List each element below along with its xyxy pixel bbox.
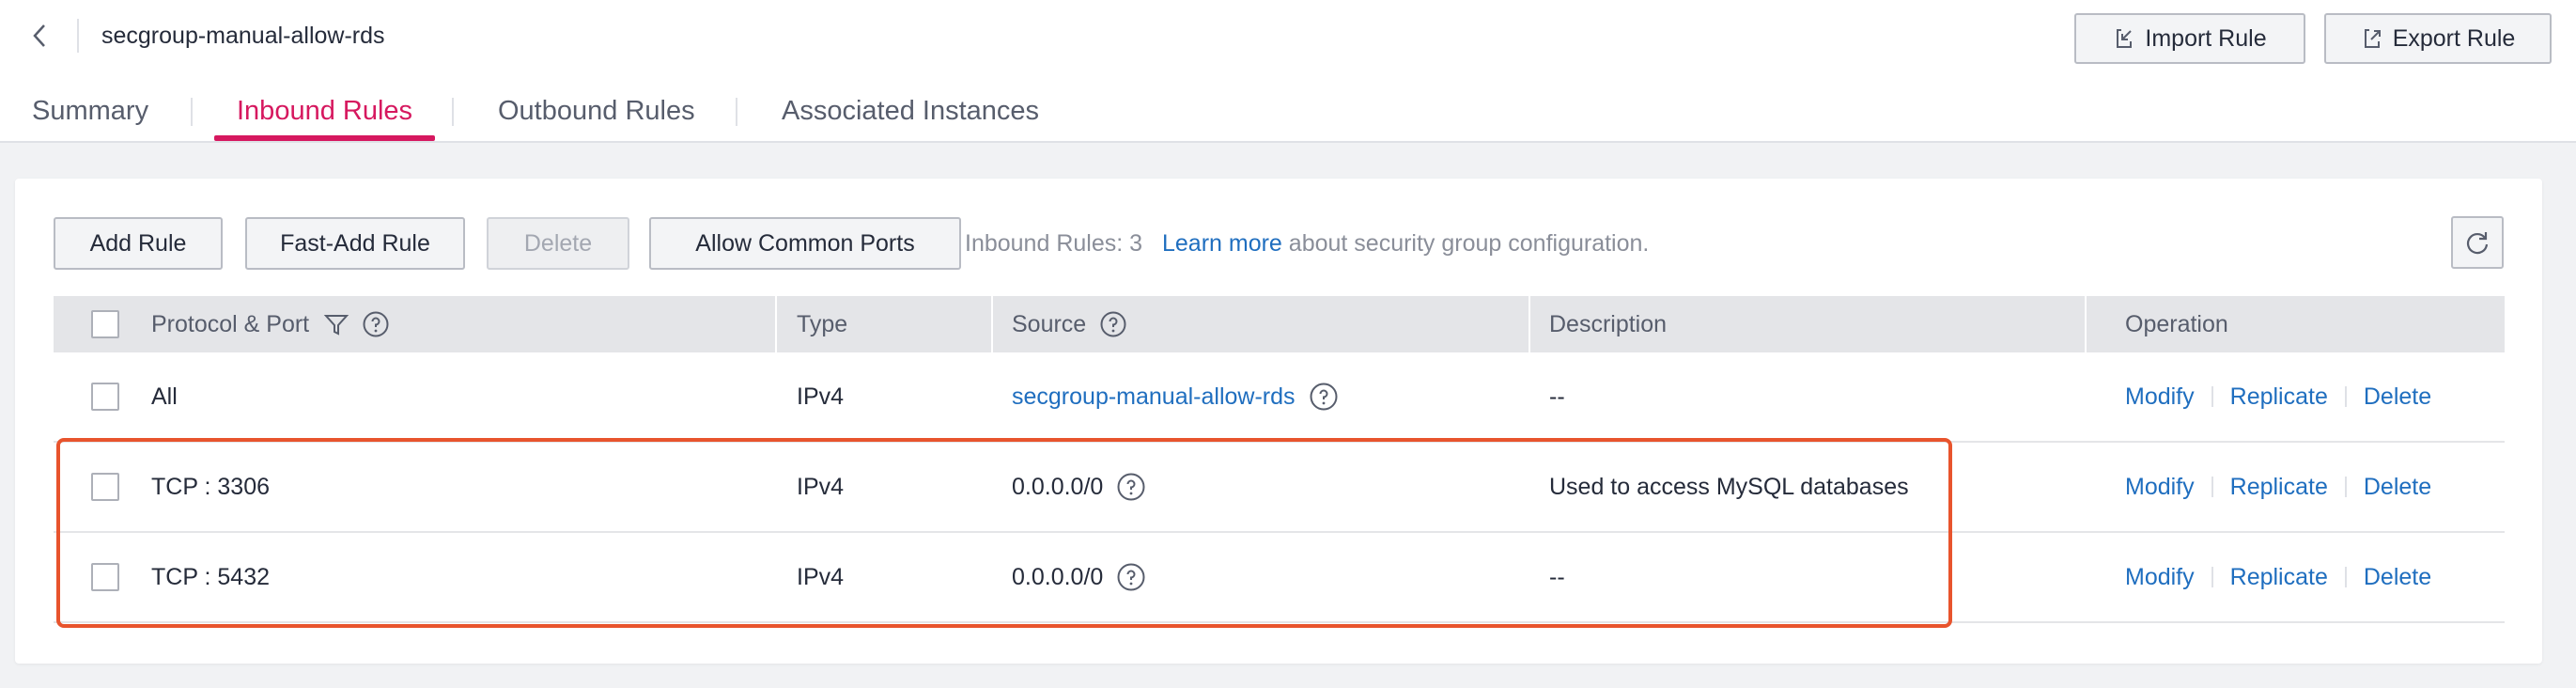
delete-link[interactable]: Delete xyxy=(2364,474,2431,501)
rules-table: Protocol & Port Type Source Description … xyxy=(54,296,2505,623)
page-header: secgroup-manual-allow-rds Import Rule Ex… xyxy=(0,0,2576,143)
column-source-label: Source xyxy=(1012,310,1087,337)
rules-card: Add Rule Fast-Add Rule Delete Allow Comm… xyxy=(15,179,2542,664)
row-checkbox[interactable] xyxy=(91,473,119,501)
cell-description: -- xyxy=(1549,563,1565,590)
op-divider xyxy=(2211,567,2213,587)
tab-summary[interactable]: Summary xyxy=(32,85,148,141)
row-checkbox[interactable] xyxy=(91,383,119,411)
table-header: Protocol & Port Type Source Description … xyxy=(54,296,2505,352)
op-divider xyxy=(2211,386,2213,407)
delete-link[interactable]: Delete xyxy=(2364,564,2431,591)
tab-divider xyxy=(452,98,454,126)
modify-link[interactable]: Modify xyxy=(2125,383,2195,411)
cell-protocol-port: All xyxy=(151,383,178,410)
security-group-detail-page: secgroup-manual-allow-rds Import Rule Ex… xyxy=(0,0,2576,688)
cell-type: IPv4 xyxy=(797,473,845,500)
question-circle-icon[interactable] xyxy=(1309,382,1339,412)
op-divider xyxy=(2211,477,2213,497)
import-rule-button[interactable]: Import Rule xyxy=(2074,13,2305,64)
column-divider xyxy=(775,296,777,352)
row-operations: Modify Replicate Delete xyxy=(2125,443,2431,531)
modify-link[interactable]: Modify xyxy=(2125,564,2195,591)
column-source: Source xyxy=(1012,296,1127,352)
op-divider xyxy=(2344,386,2347,407)
import-icon xyxy=(2117,29,2133,48)
op-divider xyxy=(2344,567,2347,587)
rules-count: Inbound Rules: 3 xyxy=(965,230,1143,257)
select-all-checkbox[interactable] xyxy=(91,310,119,338)
page-title: secgroup-manual-allow-rds xyxy=(101,23,385,49)
source-cidr: 0.0.0.0/0 xyxy=(1012,563,1104,590)
column-description: Description xyxy=(1549,310,1668,337)
cell-type: IPv4 xyxy=(797,563,845,590)
add-rule-button[interactable]: Add Rule xyxy=(54,217,223,270)
tab-inbound-rules[interactable]: Inbound Rules xyxy=(213,85,436,141)
source-security-group-link[interactable]: secgroup-manual-allow-rds xyxy=(1012,383,1296,411)
question-circle-icon[interactable] xyxy=(362,310,390,338)
replicate-link[interactable]: Replicate xyxy=(2230,564,2328,591)
replicate-link[interactable]: Replicate xyxy=(2230,474,2328,501)
column-type: Type xyxy=(797,310,848,337)
delete-button[interactable]: Delete xyxy=(487,217,629,270)
modify-link[interactable]: Modify xyxy=(2125,474,2195,501)
tab-bar: Summary Inbound Rules Outbound Rules Ass… xyxy=(0,85,1127,143)
table-row: TCP : 3306 IPv4 0.0.0.0/0 Used to access… xyxy=(54,443,2505,533)
allow-common-ports-button[interactable]: Allow Common Ports xyxy=(649,217,961,270)
table-row: TCP : 5432 IPv4 0.0.0.0/0 -- Modify Repl… xyxy=(54,533,2505,623)
refresh-button[interactable] xyxy=(2451,216,2504,269)
cell-protocol-port: TCP : 3306 xyxy=(151,473,271,500)
learn-more-link[interactable]: Learn more xyxy=(1162,230,1282,257)
tab-divider xyxy=(191,98,193,126)
rules-info: Inbound Rules: 3 Learn more about securi… xyxy=(965,217,1649,270)
fast-add-rule-button[interactable]: Fast-Add Rule xyxy=(245,217,465,270)
row-operations: Modify Replicate Delete xyxy=(2125,533,2431,621)
table-row: All IPv4 secgroup-manual-allow-rds -- Mo… xyxy=(54,352,2505,443)
tab-divider xyxy=(736,98,737,126)
cell-source: secgroup-manual-allow-rds xyxy=(1012,352,1339,441)
column-protocol-port: Protocol & Port xyxy=(151,296,390,352)
title-divider xyxy=(77,19,79,53)
row-checkbox[interactable] xyxy=(91,563,119,591)
export-rule-label: Export Rule xyxy=(2392,24,2516,52)
delete-link[interactable]: Delete xyxy=(2364,383,2431,411)
tab-outbound-rules[interactable]: Outbound Rules xyxy=(498,85,695,141)
column-divider xyxy=(991,296,993,352)
tab-associated-instances[interactable]: Associated Instances xyxy=(782,85,1039,141)
cell-source: 0.0.0.0/0 xyxy=(1012,443,1146,531)
export-icon xyxy=(2364,29,2381,48)
cell-description: Used to access MySQL databases xyxy=(1549,473,1909,500)
row-operations: Modify Replicate Delete xyxy=(2125,352,2431,441)
refresh-icon xyxy=(2466,232,2489,255)
column-protocol-port-label: Protocol & Port xyxy=(151,310,310,337)
chevron-left-icon xyxy=(33,24,45,47)
filter-icon[interactable] xyxy=(322,310,350,338)
back-button[interactable] xyxy=(26,19,53,53)
column-divider xyxy=(2085,296,2087,352)
cell-type: IPv4 xyxy=(797,383,845,410)
column-operation: Operation xyxy=(2125,310,2228,337)
replicate-link[interactable]: Replicate xyxy=(2230,383,2328,411)
question-circle-icon[interactable] xyxy=(1099,310,1127,338)
question-circle-icon[interactable] xyxy=(1116,562,1146,592)
source-cidr: 0.0.0.0/0 xyxy=(1012,473,1104,500)
import-rule-label: Import Rule xyxy=(2145,24,2267,52)
learn-more-suffix: about security group configuration. xyxy=(1288,230,1650,257)
column-divider xyxy=(1529,296,1530,352)
op-divider xyxy=(2344,477,2347,497)
cell-description: -- xyxy=(1549,383,1565,410)
export-rule-button[interactable]: Export Rule xyxy=(2324,13,2552,64)
cell-source: 0.0.0.0/0 xyxy=(1012,533,1146,621)
cell-protocol-port: TCP : 5432 xyxy=(151,563,271,590)
question-circle-icon[interactable] xyxy=(1116,472,1146,502)
